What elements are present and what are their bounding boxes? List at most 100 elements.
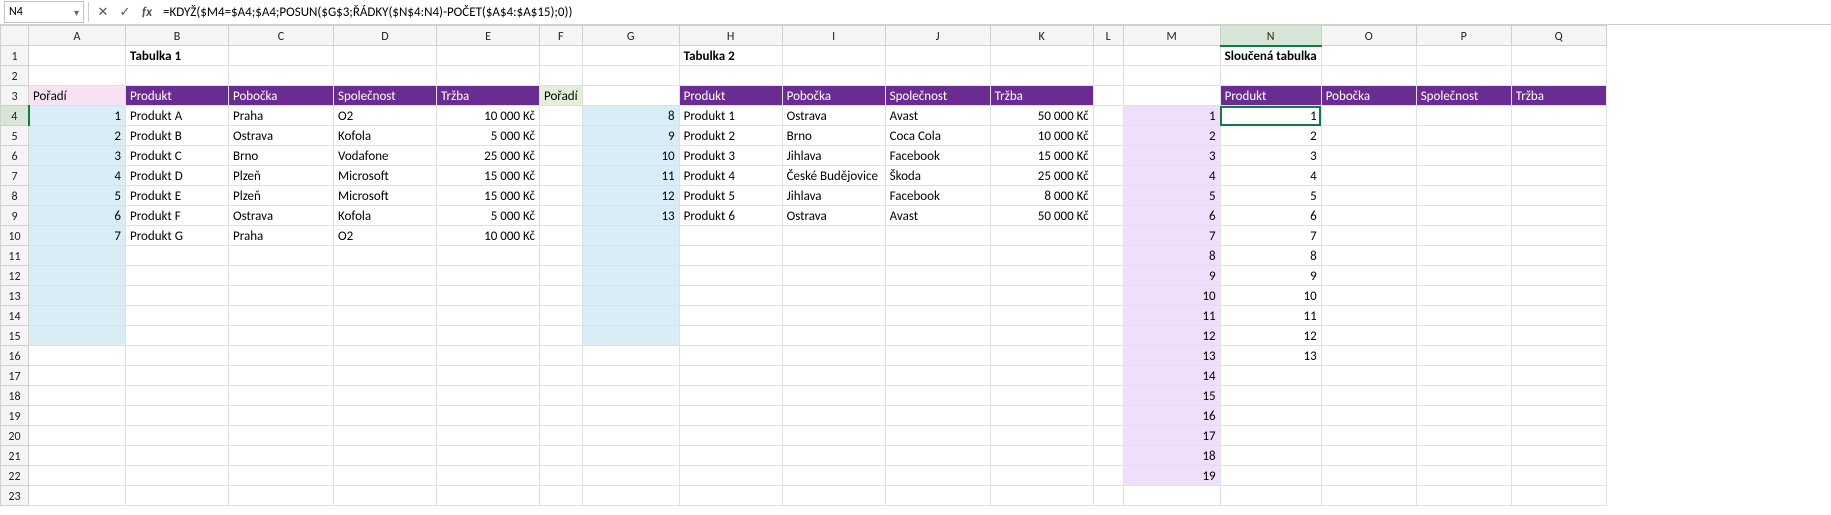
cell-B22[interactable]: [126, 466, 229, 486]
cell-K2[interactable]: [990, 66, 1093, 86]
cell-E18[interactable]: [437, 386, 540, 406]
row-head-18[interactable]: 18: [1, 386, 29, 406]
cell-E15[interactable]: [437, 326, 540, 346]
cell-G14[interactable]: [582, 306, 679, 326]
cell-J11[interactable]: [885, 246, 990, 266]
cell-N19[interactable]: [1220, 406, 1321, 426]
cell-A22[interactable]: [29, 466, 126, 486]
row-head-2[interactable]: 2: [1, 66, 29, 86]
cell-K15[interactable]: [990, 326, 1093, 346]
cell-L23[interactable]: [1093, 486, 1123, 506]
cell-Q12[interactable]: [1511, 266, 1606, 286]
cell-H13[interactable]: [679, 286, 782, 306]
cell-F2[interactable]: [540, 66, 583, 86]
cell-E13[interactable]: [437, 286, 540, 306]
row-head-20[interactable]: 20: [1, 426, 29, 446]
cell-C7[interactable]: Plzeň: [229, 166, 334, 186]
cell-Q15[interactable]: [1511, 326, 1606, 346]
cell-Q8[interactable]: [1511, 186, 1606, 206]
cell-D22[interactable]: [334, 466, 437, 486]
col-head-F[interactable]: F: [540, 26, 583, 46]
cell-M5[interactable]: 2: [1123, 126, 1220, 146]
cell-Q21[interactable]: [1511, 446, 1606, 466]
cell-K16[interactable]: [990, 346, 1093, 366]
col-head-D[interactable]: D: [334, 26, 437, 46]
cell-O3[interactable]: Pobočka: [1321, 86, 1416, 106]
cell-A23[interactable]: [29, 486, 126, 506]
cell-L1[interactable]: [1093, 46, 1123, 66]
cell-F14[interactable]: [540, 306, 583, 326]
cell-B7[interactable]: Produkt D: [126, 166, 229, 186]
cell-Q9[interactable]: [1511, 206, 1606, 226]
cell-L11[interactable]: [1093, 246, 1123, 266]
fx-icon[interactable]: fx: [137, 2, 157, 22]
cell-D6[interactable]: Vodafone: [334, 146, 437, 166]
cell-K12[interactable]: [990, 266, 1093, 286]
col-head-A[interactable]: A: [29, 26, 126, 46]
cell-D1[interactable]: [334, 46, 437, 66]
cell-O15[interactable]: [1321, 326, 1416, 346]
cell-M23[interactable]: [1123, 486, 1220, 506]
cell-L13[interactable]: [1093, 286, 1123, 306]
cell-E21[interactable]: [437, 446, 540, 466]
cell-C20[interactable]: [229, 426, 334, 446]
cell-H9[interactable]: Produkt 6: [679, 206, 782, 226]
cell-L21[interactable]: [1093, 446, 1123, 466]
cell-J4[interactable]: Avast: [885, 106, 990, 126]
cell-A18[interactable]: [29, 386, 126, 406]
cell-I7[interactable]: České Budějovice: [782, 166, 885, 186]
cell-D12[interactable]: [334, 266, 437, 286]
cell-H6[interactable]: Produkt 3: [679, 146, 782, 166]
cell-H19[interactable]: [679, 406, 782, 426]
cell-H17[interactable]: [679, 366, 782, 386]
col-head-O[interactable]: O: [1321, 26, 1416, 46]
cell-C4[interactable]: Praha: [229, 106, 334, 126]
row-head-5[interactable]: 5: [1, 126, 29, 146]
cell-D17[interactable]: [334, 366, 437, 386]
cell-J19[interactable]: [885, 406, 990, 426]
cell-C11[interactable]: [229, 246, 334, 266]
name-box[interactable]: N4 ▾: [4, 1, 84, 23]
cell-G4[interactable]: 8: [582, 106, 679, 126]
cell-I12[interactable]: [782, 266, 885, 286]
cell-L9[interactable]: [1093, 206, 1123, 226]
col-head-H[interactable]: H: [679, 26, 782, 46]
cell-M2[interactable]: [1123, 66, 1220, 86]
cell-J10[interactable]: [885, 226, 990, 246]
cell-H23[interactable]: [679, 486, 782, 506]
cell-J15[interactable]: [885, 326, 990, 346]
cell-O8[interactable]: [1321, 186, 1416, 206]
cell-M16[interactable]: 13: [1123, 346, 1220, 366]
cell-Q3[interactable]: Tržba: [1511, 86, 1606, 106]
cell-P17[interactable]: [1416, 366, 1511, 386]
cell-N10[interactable]: 7: [1220, 226, 1321, 246]
row-head-8[interactable]: 8: [1, 186, 29, 206]
cell-B5[interactable]: Produkt B: [126, 126, 229, 146]
cell-C6[interactable]: Brno: [229, 146, 334, 166]
cell-E10[interactable]: 10 000 Kč: [437, 226, 540, 246]
cell-F20[interactable]: [540, 426, 583, 446]
cell-I5[interactable]: Brno: [782, 126, 885, 146]
cell-N18[interactable]: [1220, 386, 1321, 406]
cell-P2[interactable]: [1416, 66, 1511, 86]
cell-G10[interactable]: [582, 226, 679, 246]
cell-E8[interactable]: 15 000 Kč: [437, 186, 540, 206]
cell-N8[interactable]: 5: [1220, 186, 1321, 206]
cell-G11[interactable]: [582, 246, 679, 266]
cell-P3[interactable]: Společnost: [1416, 86, 1511, 106]
cell-A10[interactable]: 7: [29, 226, 126, 246]
cell-G15[interactable]: [582, 326, 679, 346]
cell-Q20[interactable]: [1511, 426, 1606, 446]
cell-H1[interactable]: Tabulka 2: [679, 46, 782, 66]
cell-Q16[interactable]: [1511, 346, 1606, 366]
cell-G3[interactable]: [582, 86, 679, 106]
cell-N17[interactable]: [1220, 366, 1321, 386]
row-head-1[interactable]: 1: [1, 46, 29, 66]
cell-D9[interactable]: Kofola: [334, 206, 437, 226]
cell-I13[interactable]: [782, 286, 885, 306]
cell-O17[interactable]: [1321, 366, 1416, 386]
chevron-down-icon[interactable]: ▾: [74, 6, 79, 19]
cell-M13[interactable]: 10: [1123, 286, 1220, 306]
cell-H5[interactable]: Produkt 2: [679, 126, 782, 146]
cell-Q4[interactable]: [1511, 106, 1606, 126]
